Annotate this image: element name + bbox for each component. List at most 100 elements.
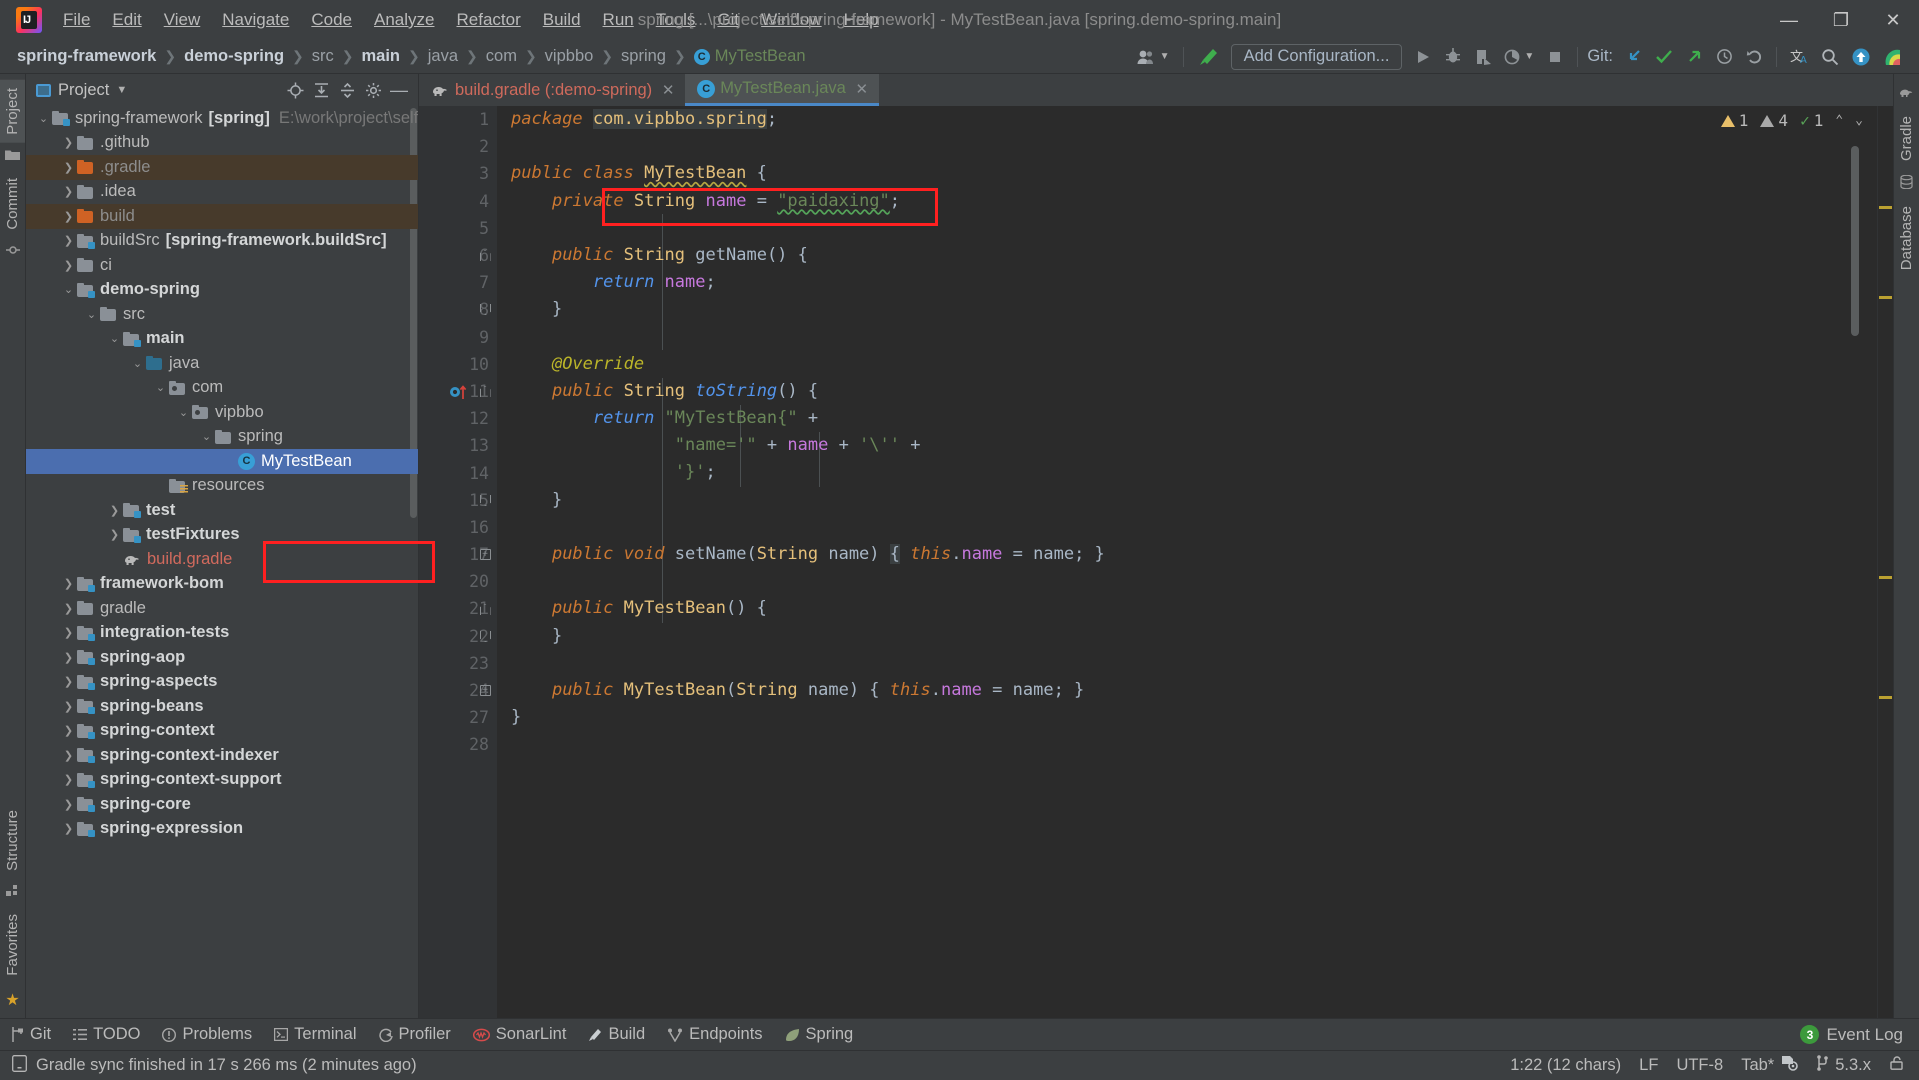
code-line-16[interactable] <box>497 514 1877 541</box>
chevron-right-icon[interactable]: ❯ <box>60 773 77 786</box>
breadcrumb-src[interactable]: src <box>309 45 337 68</box>
chevron-down-icon[interactable]: ⌄ <box>83 308 100 321</box>
tree-row-mytestbean[interactable]: ❯ C MyTestBean <box>26 449 418 474</box>
git-history-icon[interactable] <box>1711 44 1737 70</box>
chevron-right-icon[interactable]: ❯ <box>60 749 77 762</box>
chevron-right-icon[interactable]: ❯ <box>60 185 77 198</box>
inspection-ok[interactable]: ✓ 1 <box>1800 111 1823 130</box>
fold-end-icon[interactable] <box>478 487 492 514</box>
chevron-right-icon[interactable]: ❯ <box>60 798 77 811</box>
file-encoding[interactable]: UTF-8 <box>1676 1056 1723 1075</box>
code-line-7[interactable]: return name; <box>497 269 1877 296</box>
code-line-1[interactable]: package com.vipbbo.spring; <box>497 106 1877 133</box>
tree-row-resources[interactable]: ❯ resources <box>26 474 418 499</box>
tree-row-spring-aspects[interactable]: ❯ spring-aspects <box>26 670 418 695</box>
editor-scrollbar[interactable] <box>1851 146 1859 336</box>
run-with-coverage-icon[interactable] <box>1470 44 1496 70</box>
caret-position[interactable]: 1:22 (12 chars) <box>1510 1056 1621 1075</box>
next-problem-icon[interactable]: ⌄ <box>1855 113 1863 128</box>
code-line-24[interactable]: public MyTestBean(String name) { this.na… <box>497 677 1877 704</box>
chevron-right-icon[interactable]: ❯ <box>60 724 77 737</box>
tree-row-spring-context-indexer[interactable]: ❯ spring-context-indexer <box>26 743 418 768</box>
fold-end-icon[interactable] <box>478 623 492 650</box>
code-line-4[interactable]: private String name = "paidaxing"; <box>497 188 1877 215</box>
fold-collapse-icon[interactable] <box>478 378 492 405</box>
sidebar-item-commit[interactable]: Commit <box>0 170 25 238</box>
chevron-right-icon[interactable]: ❯ <box>60 675 77 688</box>
sidebar-item-structure[interactable]: Structure <box>0 802 25 879</box>
chevron-right-icon[interactable]: ❯ <box>106 528 123 541</box>
upload-icon[interactable] <box>1847 44 1875 70</box>
tree-row-spring-context[interactable]: ❯ spring-context <box>26 719 418 744</box>
menu-edit[interactable]: Edit <box>101 7 152 33</box>
fold-expand-icon[interactable]: + <box>478 677 492 704</box>
breadcrumb-com[interactable]: com <box>483 45 520 68</box>
menu-analyze[interactable]: Analyze <box>363 7 445 33</box>
close-icon[interactable]: ✕ <box>855 80 869 98</box>
code-line-6[interactable]: public String getName() { <box>497 242 1877 269</box>
tree-row-com[interactable]: ⌄ com <box>26 376 418 401</box>
weak-warning-count[interactable]: 4 <box>1760 111 1788 130</box>
chevron-right-icon[interactable]: ❯ <box>60 822 77 835</box>
tree-row-java[interactable]: ⌄ java <box>26 351 418 376</box>
chevron-down-icon[interactable]: ⌄ <box>129 357 146 370</box>
git-branch-status[interactable]: 5.3.x <box>1816 1055 1871 1076</box>
tree-row-spring-pkg[interactable]: ⌄ spring <box>26 425 418 450</box>
toolwindow-terminal[interactable]: Terminal <box>263 1022 367 1047</box>
git-push-icon[interactable] <box>1681 44 1707 70</box>
code-line-15[interactable]: } <box>497 487 1877 514</box>
inspection-widget[interactable]: 1 4 ✓ 1 ⌃ ⌄ <box>1720 111 1863 130</box>
search-everywhere-icon[interactable] <box>1817 44 1843 70</box>
code-line-5[interactable] <box>497 215 1877 242</box>
chevron-down-icon[interactable]: ⌄ <box>175 406 192 419</box>
code-line-27[interactable]: } <box>497 704 1877 731</box>
fold-end-icon[interactable] <box>478 296 492 323</box>
git-rollback-icon[interactable] <box>1741 44 1767 70</box>
menu-run[interactable]: Run <box>592 7 645 33</box>
code-line-3[interactable]: public class MyTestBean { <box>497 160 1877 187</box>
code-line-10[interactable]: @Override <box>497 351 1877 378</box>
code-line-12[interactable]: return "MyTestBean{" + <box>497 405 1877 432</box>
code-line-2[interactable] <box>497 133 1877 160</box>
chevron-right-icon[interactable]: ❯ <box>60 259 77 272</box>
indent-setting[interactable]: Tab* <box>1741 1055 1799 1076</box>
breadcrumb-spring[interactable]: spring <box>618 45 669 68</box>
chevron-down-icon[interactable]: ⌄ <box>106 332 123 345</box>
sidebar-item-gradle[interactable]: Gradle <box>1894 108 1919 169</box>
code-line-17[interactable]: public void setName(String name) { this.… <box>497 541 1877 568</box>
close-icon[interactable]: ✕ <box>661 81 675 99</box>
collapse-all-icon[interactable] <box>334 77 360 103</box>
hide-panel-icon[interactable]: — <box>386 77 412 103</box>
git-update-icon[interactable] <box>1621 44 1647 70</box>
expand-all-icon[interactable] <box>308 77 334 103</box>
toolwindow-endpoints[interactable]: Endpoints <box>656 1022 773 1047</box>
tree-row-framework-bom[interactable]: ❯ framework-bom <box>26 572 418 597</box>
code-line-8[interactable]: } <box>497 296 1877 323</box>
chevron-right-icon[interactable]: ❯ <box>60 136 77 149</box>
fold-collapse-icon[interactable] <box>478 242 492 269</box>
inspection-icon[interactable] <box>1781 1055 1799 1076</box>
status-message-icon[interactable] <box>12 1054 27 1077</box>
profiler-run-icon[interactable]: ▼ <box>1500 44 1538 70</box>
code-line-11[interactable]: public String toString() { <box>497 378 1877 405</box>
build-hammer-icon[interactable] <box>1193 44 1223 70</box>
chevron-down-icon[interactable]: ▼ <box>116 84 127 96</box>
tree-row-spring-expression[interactable]: ❯ spring-expression <box>26 817 418 842</box>
chevron-right-icon[interactable]: ❯ <box>60 210 77 223</box>
locate-icon[interactable] <box>282 77 308 103</box>
menu-git[interactable]: Git <box>706 7 750 33</box>
editor-gutter[interactable]: 1 2 3 4 5 6 7 8 9 10 11 12 13 14 15 16 1 <box>419 106 497 1018</box>
chevron-down-icon[interactable]: ⌄ <box>35 112 52 125</box>
chevron-down-icon[interactable]: ⌄ <box>198 430 215 443</box>
menu-window[interactable]: Window <box>750 7 832 33</box>
toolwindow-todo[interactable]: TODO <box>62 1022 151 1047</box>
code-line-14[interactable]: '}'; <box>497 459 1877 486</box>
maximize-button[interactable]: ❐ <box>1815 0 1867 40</box>
stop-icon[interactable] <box>1542 44 1568 70</box>
menu-navigate[interactable]: Navigate <box>211 7 300 33</box>
code-line-13[interactable]: "name='" + name + '\'' + <box>497 432 1877 459</box>
tree-row-src[interactable]: ⌄ src <box>26 302 418 327</box>
fold-expand-icon[interactable]: + <box>478 541 492 568</box>
profile-icon[interactable]: ▼ <box>1133 44 1174 70</box>
tab-mytestbean-java[interactable]: C MyTestBean.java ✕ <box>685 74 879 106</box>
